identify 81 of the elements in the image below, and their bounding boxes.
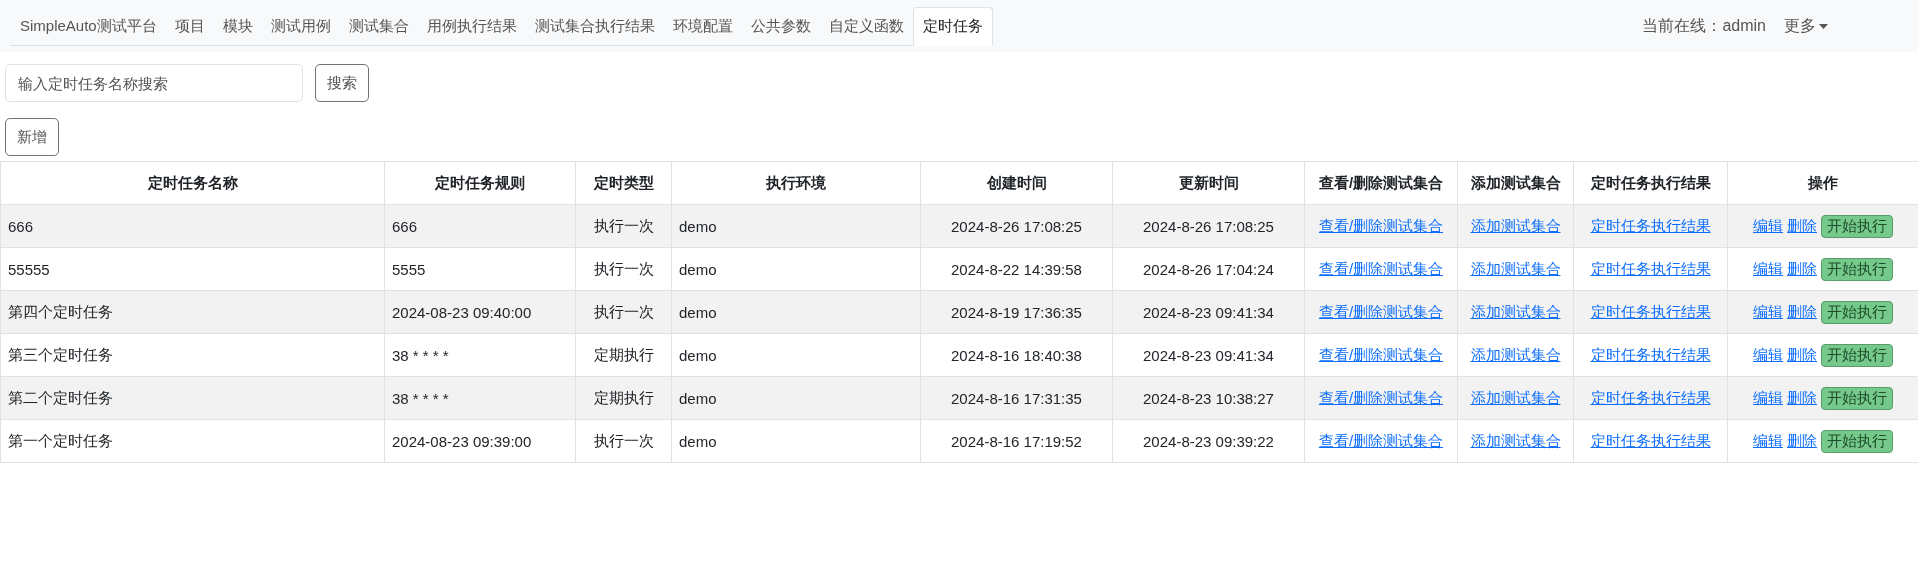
nav-tab[interactable]: 定时任务 (912, 7, 993, 46)
table-cell: 2024-8-26 17:08:25 (920, 204, 1113, 248)
online-user: 当前在线：admin (1642, 15, 1766, 36)
column-header: 定时任务规则 (384, 161, 576, 205)
add-button[interactable]: 新增 (5, 118, 59, 156)
delete-link[interactable]: 删除 (1787, 259, 1817, 277)
table-cell: 第四个定时任务 (0, 290, 385, 334)
table-cell: demo (671, 419, 921, 463)
column-header: 查看/删除测试集合 (1304, 161, 1458, 205)
column-header: 执行环境 (671, 161, 921, 205)
search-field[interactable]: 输入定时任务名称搜索 (5, 64, 303, 102)
edit-link[interactable]: 编辑 (1753, 216, 1783, 234)
nav-tab[interactable]: 测试集合执行结果 (525, 7, 664, 45)
start-button[interactable]: 开始执行 (1821, 429, 1893, 453)
more-menu[interactable]: 更多 (1784, 15, 1828, 37)
table-cell: 2024-8-23 09:41:34 (1112, 290, 1305, 334)
column-header: 定时任务执行结果 (1573, 161, 1728, 205)
table-cell: 666 (384, 204, 576, 248)
table-cell: 定期执行 (575, 333, 672, 377)
edit-link[interactable]: 编辑 (1753, 259, 1783, 277)
table-cell: demo (671, 204, 921, 248)
table-cell: 2024-8-16 17:19:52 (920, 419, 1113, 463)
delete-link[interactable]: 删除 (1787, 431, 1817, 449)
table-cell: 执行一次 (575, 204, 672, 248)
table-cell: 第二个定时任务 (0, 376, 385, 420)
table-cell: 55555 (0, 247, 385, 291)
table-cell: 2024-8-16 18:40:38 (920, 333, 1113, 377)
table-cell: 38 * * * * (384, 333, 576, 377)
table-cell: demo (671, 376, 921, 420)
table-cell: 2024-8-23 09:39:22 (1112, 419, 1305, 463)
column-header: 创建时间 (920, 161, 1113, 205)
start-button[interactable]: 开始执行 (1821, 257, 1893, 281)
nav-tab[interactable]: 用例执行结果 (417, 7, 526, 45)
table-cell: 执行一次 (575, 290, 672, 334)
start-button[interactable]: 开始执行 (1821, 214, 1893, 238)
table-cell: 执行一次 (575, 247, 672, 291)
nav-tab[interactable]: 项目 (165, 7, 214, 45)
search-button[interactable]: 搜索 (315, 64, 369, 102)
column-header: 定时任务名称 (0, 161, 385, 205)
table-cell: 2024-8-26 17:08:25 (1112, 204, 1305, 248)
column-header: 更新时间 (1112, 161, 1305, 205)
table-cell: demo (671, 333, 921, 377)
table-cell: 定期执行 (575, 376, 672, 420)
brand-link[interactable]: SimpleAuto测试平台 (10, 7, 166, 45)
column-header: 操作 (1727, 161, 1918, 205)
edit-link[interactable]: 编辑 (1753, 302, 1783, 320)
nav-tab[interactable]: 测试集合 (339, 7, 418, 45)
delete-link[interactable]: 删除 (1787, 388, 1817, 406)
delete-link[interactable]: 删除 (1787, 345, 1817, 363)
column-header: 定时类型 (575, 161, 672, 205)
nav-tab[interactable]: 公共参数 (741, 7, 820, 45)
nav-tab[interactable]: 环境配置 (663, 7, 742, 45)
table-cell: 2024-8-23 09:41:34 (1112, 333, 1305, 377)
nav-tab[interactable]: 测试用例 (261, 7, 340, 45)
nav-tab[interactable]: 模块 (213, 7, 262, 45)
nav-tab[interactable]: 自定义函数 (819, 7, 913, 45)
table-cell: 38 * * * * (384, 376, 576, 420)
delete-link[interactable]: 删除 (1787, 216, 1817, 234)
table-cell: 666 (0, 204, 385, 248)
table-cell: 2024-08-23 09:39:00 (384, 419, 576, 463)
table-cell: 2024-8-16 17:31:35 (920, 376, 1113, 420)
table-cell: demo (671, 290, 921, 334)
start-button[interactable]: 开始执行 (1821, 343, 1893, 367)
table-cell: 2024-08-23 09:40:00 (384, 290, 576, 334)
start-button[interactable]: 开始执行 (1821, 300, 1893, 324)
table-cell: 第一个定时任务 (0, 419, 385, 463)
table-cell: 执行一次 (575, 419, 672, 463)
start-button[interactable]: 开始执行 (1821, 386, 1893, 410)
delete-link[interactable]: 删除 (1787, 302, 1817, 320)
table-cell: 2024-8-26 17:04:24 (1112, 247, 1305, 291)
table-cell: 2024-8-23 10:38:27 (1112, 376, 1305, 420)
table-cell: 第三个定时任务 (0, 333, 385, 377)
table-cell: 2024-8-22 14:39:58 (920, 247, 1113, 291)
edit-link[interactable]: 编辑 (1753, 388, 1783, 406)
caret-icon (1819, 23, 1828, 29)
table-cell: demo (671, 247, 921, 291)
column-header: 添加测试集合 (1457, 161, 1574, 205)
edit-link[interactable]: 编辑 (1753, 345, 1783, 363)
table-cell: 2024-8-19 17:36:35 (920, 290, 1113, 334)
table-cell: 5555 (384, 247, 576, 291)
edit-link[interactable]: 编辑 (1753, 431, 1783, 449)
